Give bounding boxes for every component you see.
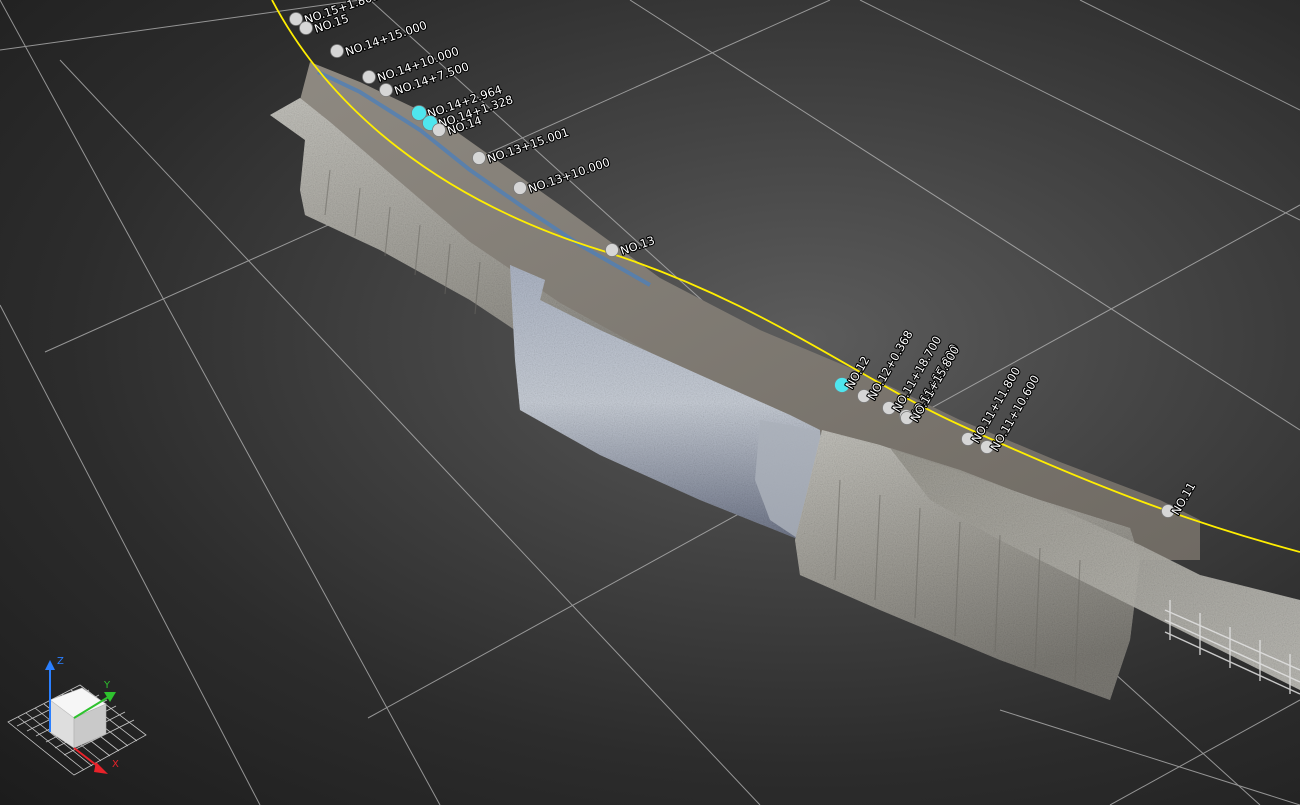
point-cloud-scene[interactable]: NO.15+1.805NO.15NO.14+15.000NO.14+10.000… [0, 0, 1300, 805]
station-marker-dot[interactable] [472, 151, 486, 165]
retaining-wall-point-cloud [270, 62, 1300, 700]
station-marker-dot[interactable] [362, 70, 376, 84]
z-axis-arrow [45, 660, 55, 670]
station-marker-dot[interactable] [289, 12, 303, 26]
station-marker-dot[interactable] [299, 21, 313, 35]
station-marker-dot[interactable] [379, 83, 393, 97]
z-axis-label: Z [57, 656, 64, 667]
station-marker[interactable]: NO.13+10.000 [513, 154, 613, 197]
x-axis-arrow [94, 762, 108, 774]
station-marker-dot[interactable] [432, 123, 446, 137]
station-marker-dot[interactable] [513, 181, 527, 195]
x-axis-label: X [112, 759, 119, 770]
station-marker[interactable]: NO.13+15.001 [472, 124, 572, 167]
y-axis-label: Y [103, 680, 111, 691]
station-label: NO.11 [1168, 480, 1198, 518]
station-marker[interactable]: NO.13 [605, 232, 658, 259]
3d-viewport[interactable]: NO.15+1.805 NO.15 NO.14+15.000 NO.14+10.000… [0, 0, 1300, 805]
axis-gizmo[interactable]: Z Y X [7, 656, 147, 776]
station-label: NO.13+15.001 [485, 125, 570, 166]
station-marker-dot[interactable] [605, 243, 619, 257]
station-label: NO.14+15.000 [343, 18, 428, 59]
station-label: NO.13+10.000 [526, 155, 611, 196]
station-marker-dot[interactable] [330, 44, 344, 58]
station-marker[interactable]: NO.11 [1161, 479, 1199, 519]
